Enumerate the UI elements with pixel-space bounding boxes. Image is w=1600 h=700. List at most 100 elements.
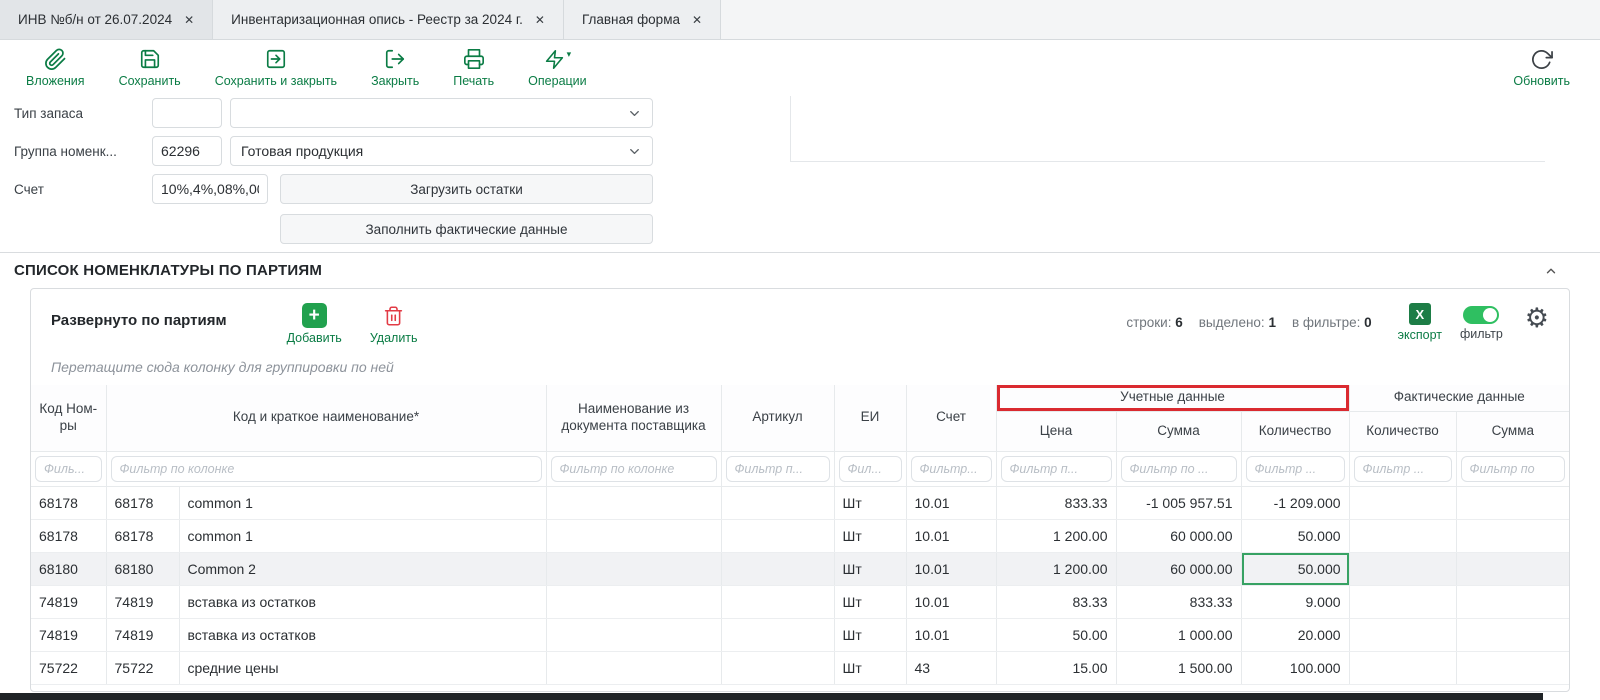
col-qty-header[interactable]: Количество bbox=[1241, 411, 1349, 451]
table-cell[interactable]: 50.00 bbox=[996, 618, 1116, 651]
tab-main-form[interactable]: Главная форма ✕ bbox=[564, 0, 721, 39]
table-cell[interactable] bbox=[1349, 519, 1456, 552]
refresh-button[interactable]: Обновить bbox=[1513, 47, 1570, 88]
table-cell[interactable] bbox=[1349, 552, 1456, 585]
table-cell[interactable] bbox=[721, 552, 834, 585]
table-cell[interactable] bbox=[546, 618, 721, 651]
filter-toggle[interactable]: фильтр bbox=[1460, 303, 1503, 341]
table-cell[interactable] bbox=[1456, 618, 1569, 651]
col-sum-header[interactable]: Сумма bbox=[1116, 411, 1241, 451]
table-cell[interactable] bbox=[721, 651, 834, 684]
table-cell[interactable]: 68178 bbox=[106, 486, 179, 519]
table-cell[interactable] bbox=[721, 618, 834, 651]
table-cell[interactable] bbox=[1456, 486, 1569, 519]
table-cell[interactable]: средние цены bbox=[179, 651, 546, 684]
table-cell[interactable]: 43 bbox=[906, 651, 996, 684]
tab-close-icon[interactable]: ✕ bbox=[184, 14, 194, 26]
stock-type-code-input[interactable] bbox=[152, 98, 222, 128]
tab-inv-document[interactable]: ИНВ №б/н от 26.07.2024 ✕ bbox=[0, 0, 213, 39]
filter-input-account[interactable] bbox=[911, 456, 992, 482]
table-cell[interactable]: 60 000.00 bbox=[1116, 519, 1241, 552]
table-cell[interactable]: 68178 bbox=[31, 486, 106, 519]
nomenclature-group-code-input[interactable] bbox=[152, 136, 222, 166]
table-cell[interactable]: 1 200.00 bbox=[996, 552, 1116, 585]
tab-close-icon[interactable]: ✕ bbox=[692, 14, 702, 26]
table-cell[interactable] bbox=[1456, 585, 1569, 618]
save-button[interactable]: Сохранить bbox=[119, 47, 181, 88]
col-fact-qty-header[interactable]: Количество bbox=[1349, 411, 1456, 451]
table-cell[interactable]: вставка из остатков bbox=[179, 585, 546, 618]
tab-close-icon[interactable]: ✕ bbox=[535, 14, 545, 26]
col-code-header[interactable]: Код Ном-ры bbox=[31, 385, 106, 451]
table-cell[interactable]: Шт bbox=[834, 552, 906, 585]
settings-gear-icon[interactable]: ⚙ bbox=[1525, 305, 1549, 332]
table-cell[interactable]: 833.33 bbox=[996, 486, 1116, 519]
table-cell[interactable]: common 1 bbox=[179, 519, 546, 552]
table-row-selected[interactable]: 68180 68180 Common 2 Шт 10.01 1 200.00 6… bbox=[31, 552, 1569, 585]
operations-button[interactable]: ▾ Операции bbox=[528, 47, 586, 88]
stock-type-select[interactable] bbox=[230, 98, 653, 128]
table-cell[interactable]: 10.01 bbox=[906, 552, 996, 585]
delete-row-button[interactable]: Удалить bbox=[370, 303, 418, 345]
table-cell[interactable]: 1 500.00 bbox=[1116, 651, 1241, 684]
table-cell[interactable]: common 1 bbox=[179, 486, 546, 519]
table-row[interactable]: 68178 68178 common 1 Шт 10.01 833.33 -1 … bbox=[31, 486, 1569, 519]
filter-input-code[interactable] bbox=[35, 456, 102, 482]
table-cell[interactable]: 10.01 bbox=[906, 585, 996, 618]
table-row[interactable]: 68178 68178 common 1 Шт 10.01 1 200.00 6… bbox=[31, 519, 1569, 552]
table-cell[interactable]: 100.000 bbox=[1241, 651, 1349, 684]
col-name-header[interactable]: Код и краткое наименование* bbox=[106, 385, 546, 451]
table-cell[interactable]: 74819 bbox=[31, 618, 106, 651]
col-unit-header[interactable]: ЕИ bbox=[834, 385, 906, 451]
table-cell[interactable]: 74819 bbox=[106, 585, 179, 618]
table-cell[interactable] bbox=[1456, 651, 1569, 684]
col-doc-name-header[interactable]: Наименование из документа поставщика bbox=[546, 385, 721, 451]
excel-export-button[interactable]: X экспорт bbox=[1398, 303, 1442, 342]
table-cell[interactable]: вставка из остатков bbox=[179, 618, 546, 651]
filter-input-name[interactable] bbox=[111, 456, 542, 482]
table-cell[interactable]: 68178 bbox=[106, 519, 179, 552]
filter-input-fact-qty[interactable] bbox=[1354, 456, 1452, 482]
table-cell[interactable]: 20.000 bbox=[1241, 618, 1349, 651]
save-and-close-button[interactable]: Сохранить и закрыть bbox=[215, 47, 337, 88]
account-input[interactable] bbox=[152, 174, 268, 204]
nomenclature-group-select[interactable]: Готовая продукция bbox=[230, 136, 653, 166]
filter-input-sum[interactable] bbox=[1121, 456, 1237, 482]
col-price-header[interactable]: Цена bbox=[996, 411, 1116, 451]
add-row-button[interactable]: + Добавить bbox=[287, 303, 342, 345]
table-cell[interactable]: Common 2 bbox=[179, 552, 546, 585]
collapse-section-button[interactable] bbox=[1544, 264, 1558, 278]
table-row[interactable]: 74819 74819 вставка из остатков Шт 10.01… bbox=[31, 618, 1569, 651]
table-cell[interactable]: 15.00 bbox=[996, 651, 1116, 684]
close-button[interactable]: Закрыть bbox=[371, 47, 419, 88]
table-cell[interactable]: 68180 bbox=[31, 552, 106, 585]
print-button[interactable]: Печать bbox=[453, 47, 494, 88]
table-cell[interactable]: 9.000 bbox=[1241, 585, 1349, 618]
table-cell[interactable]: -1 005 957.51 bbox=[1116, 486, 1241, 519]
table-cell[interactable]: Шт bbox=[834, 651, 906, 684]
table-cell[interactable]: 74819 bbox=[106, 618, 179, 651]
toggle-on-icon[interactable] bbox=[1463, 306, 1499, 324]
table-cell[interactable]: 10.01 bbox=[906, 618, 996, 651]
table-cell[interactable]: 68180 bbox=[106, 552, 179, 585]
table-cell[interactable] bbox=[1349, 651, 1456, 684]
table-cell[interactable]: -1 209.000 bbox=[1241, 486, 1349, 519]
table-cell[interactable] bbox=[546, 552, 721, 585]
filter-input-fact-sum[interactable] bbox=[1461, 456, 1566, 482]
filter-input-qty[interactable] bbox=[1246, 456, 1345, 482]
load-balances-button[interactable]: Загрузить остатки bbox=[280, 174, 653, 204]
table-cell[interactable] bbox=[721, 519, 834, 552]
table-cell[interactable]: Шт bbox=[834, 486, 906, 519]
selected-cell[interactable]: 50.000 bbox=[1241, 552, 1349, 585]
table-cell[interactable] bbox=[546, 651, 721, 684]
table-cell[interactable] bbox=[1456, 519, 1569, 552]
attachments-button[interactable]: Вложения bbox=[26, 47, 85, 88]
table-cell[interactable]: 60 000.00 bbox=[1116, 552, 1241, 585]
filter-input-unit[interactable] bbox=[839, 456, 902, 482]
table-cell[interactable] bbox=[546, 519, 721, 552]
table-cell[interactable] bbox=[1349, 618, 1456, 651]
table-cell[interactable]: 833.33 bbox=[1116, 585, 1241, 618]
table-cell[interactable] bbox=[546, 585, 721, 618]
table-cell[interactable]: 1 200.00 bbox=[996, 519, 1116, 552]
filter-input-doc-name[interactable] bbox=[551, 456, 717, 482]
